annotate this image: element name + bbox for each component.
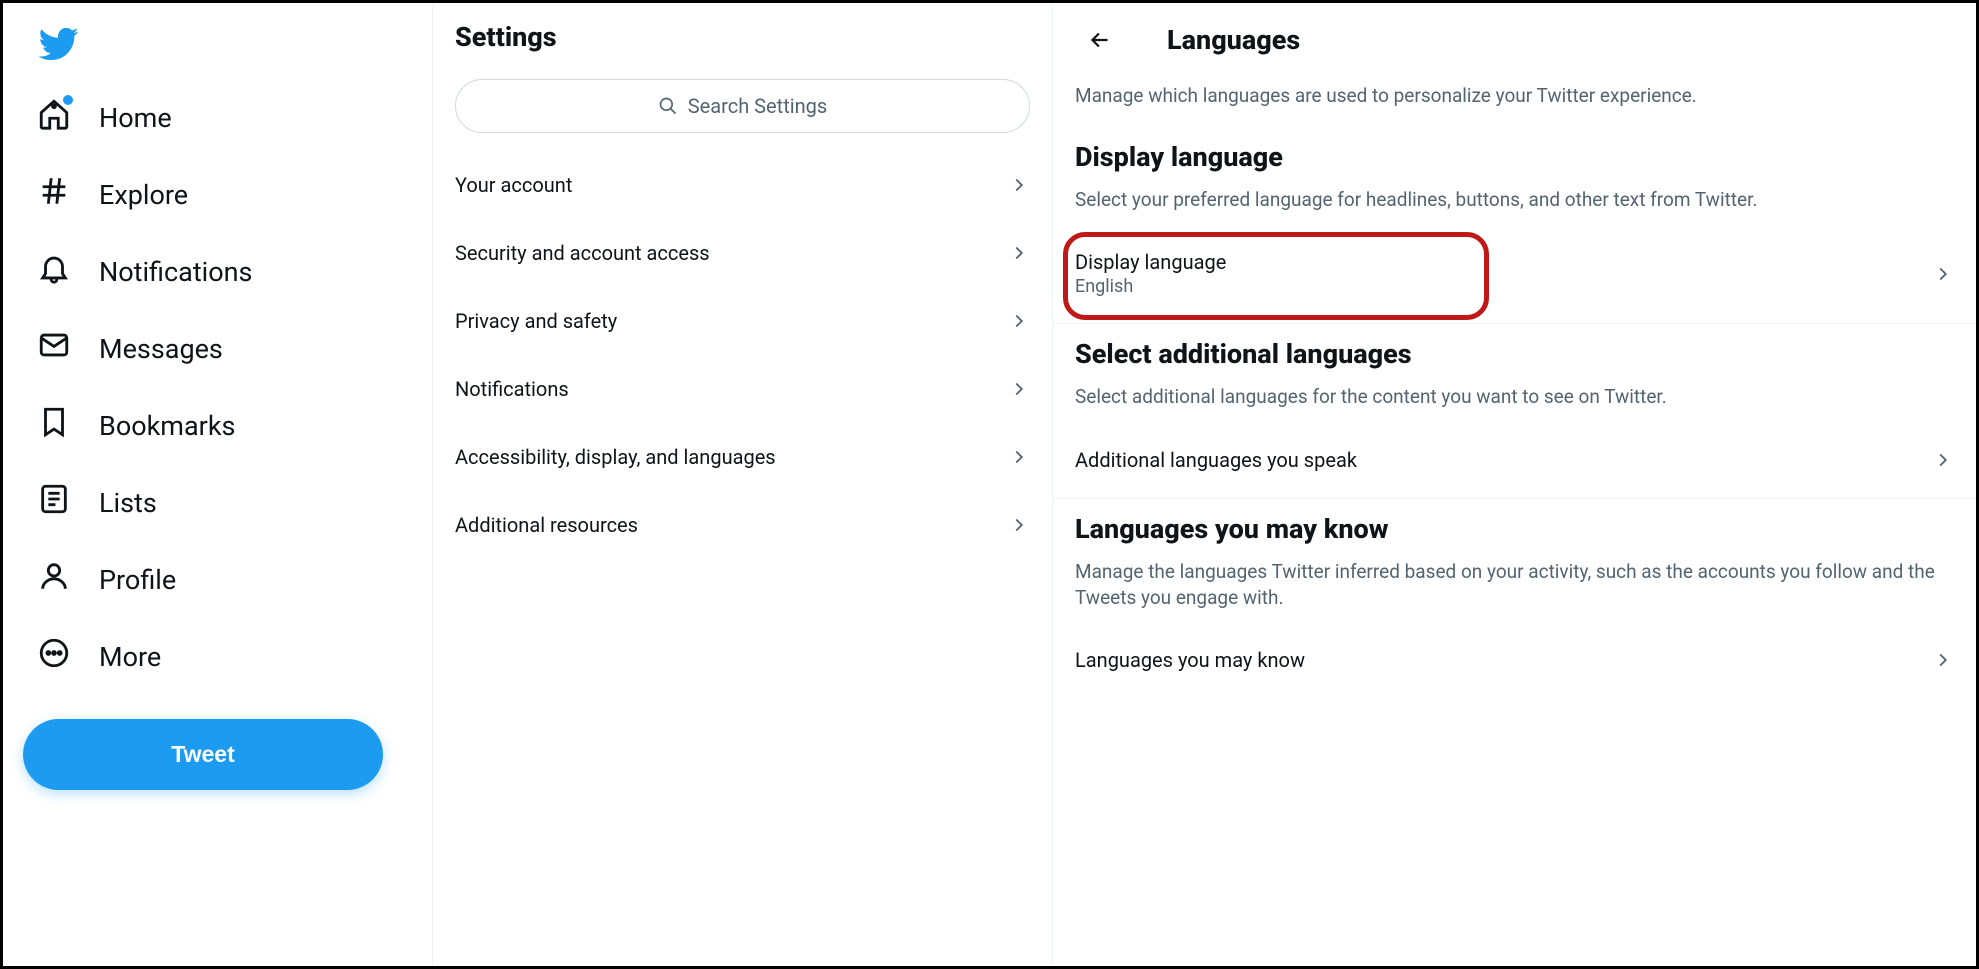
bird-icon [37,23,79,65]
settings-item-label: Accessibility, display, and languages [455,445,776,469]
page-intro: Manage which languages are used to perso… [1053,77,1976,127]
search-placeholder: Search Settings [688,94,827,118]
primary-nav: Home Explore Notifications Messages Book… [3,3,433,966]
nav-home[interactable]: Home [23,79,186,156]
nav-bookmarks[interactable]: Bookmarks [23,387,249,464]
section-desc: Select additional languages for the cont… [1053,378,1976,428]
nav-lists[interactable]: Lists [23,464,171,541]
twitter-logo[interactable] [23,13,432,79]
settings-item-resources[interactable]: Additional resources [433,491,1052,559]
settings-title: Settings [433,3,1052,71]
nav-profile[interactable]: Profile [23,541,190,618]
chevron-right-icon [1008,174,1030,196]
search-wrap: Search Settings [433,71,1052,151]
page-title: Languages [1167,24,1300,56]
section-heading: Select additional languages [1053,324,1976,378]
chevron-right-icon [1932,449,1954,471]
additional-languages-row[interactable]: Additional languages you speak [1053,428,1976,492]
nav-messages[interactable]: Messages [23,310,237,387]
content-column: Languages Manage which languages are use… [1053,3,1976,966]
languages-you-may-know-row[interactable]: Languages you may know [1053,628,1976,692]
settings-item-notifications[interactable]: Notifications [433,355,1052,423]
settings-item-privacy[interactable]: Privacy and safety [433,287,1052,355]
additional-languages-section: Select additional languages Select addit… [1053,324,1976,499]
section-desc: Select your preferred language for headl… [1053,181,1976,231]
home-icon [37,97,71,138]
list-icon [37,482,71,523]
settings-item-label: Notifications [455,377,569,401]
section-heading: Display language [1053,127,1976,181]
search-settings-input[interactable]: Search Settings [455,79,1030,133]
nav-more[interactable]: More [23,618,175,695]
person-icon [37,559,71,600]
bell-icon [37,251,71,292]
row-value: English [1075,276,1226,297]
tweet-button[interactable]: Tweet [23,719,383,790]
arrow-left-icon [1087,27,1113,53]
settings-item-security[interactable]: Security and account access [433,219,1052,287]
nav-label: Messages [99,333,223,365]
settings-item-label: Your account [455,173,572,197]
settings-item-label: Privacy and safety [455,309,617,333]
row-title: Languages you may know [1075,648,1305,672]
row-title: Additional languages you speak [1075,448,1357,472]
chevron-right-icon [1008,310,1030,332]
back-button[interactable] [1077,17,1123,63]
section-desc: Manage the languages Twitter inferred ba… [1053,553,1976,628]
hash-icon [37,174,71,215]
chevron-right-icon [1008,242,1030,264]
content-header: Languages [1053,3,1976,77]
settings-item-accessibility[interactable]: Accessibility, display, and languages [433,423,1052,491]
chevron-right-icon [1008,446,1030,468]
chevron-right-icon [1932,649,1954,671]
more-icon [37,636,71,677]
nav-label: Home [99,102,172,134]
row-title: Display language [1075,250,1226,274]
bookmark-icon [37,405,71,446]
chevron-right-icon [1008,514,1030,536]
nav-explore[interactable]: Explore [23,156,202,233]
nav-label: Notifications [99,256,252,288]
nav-label: Bookmarks [99,410,235,442]
nav-label: Explore [99,179,188,211]
chevron-right-icon [1932,263,1954,285]
envelope-icon [37,328,71,369]
settings-column: Settings Search Settings Your account Se… [433,3,1053,966]
display-language-section: Display language Select your preferred l… [1053,127,1976,325]
chevron-right-icon [1008,378,1030,400]
nav-notifications[interactable]: Notifications [23,233,266,310]
nav-label: Profile [99,564,176,596]
settings-item-label: Security and account access [455,241,710,265]
settings-item-label: Additional resources [455,513,638,537]
display-language-row[interactable]: Display language English [1053,230,1976,317]
section-heading: Languages you may know [1053,499,1976,553]
languages-you-may-know-section: Languages you may know Manage the langua… [1053,499,1976,692]
search-icon [658,96,678,116]
settings-item-account[interactable]: Your account [433,151,1052,219]
nav-label: More [99,641,161,673]
nav-label: Lists [99,487,157,519]
